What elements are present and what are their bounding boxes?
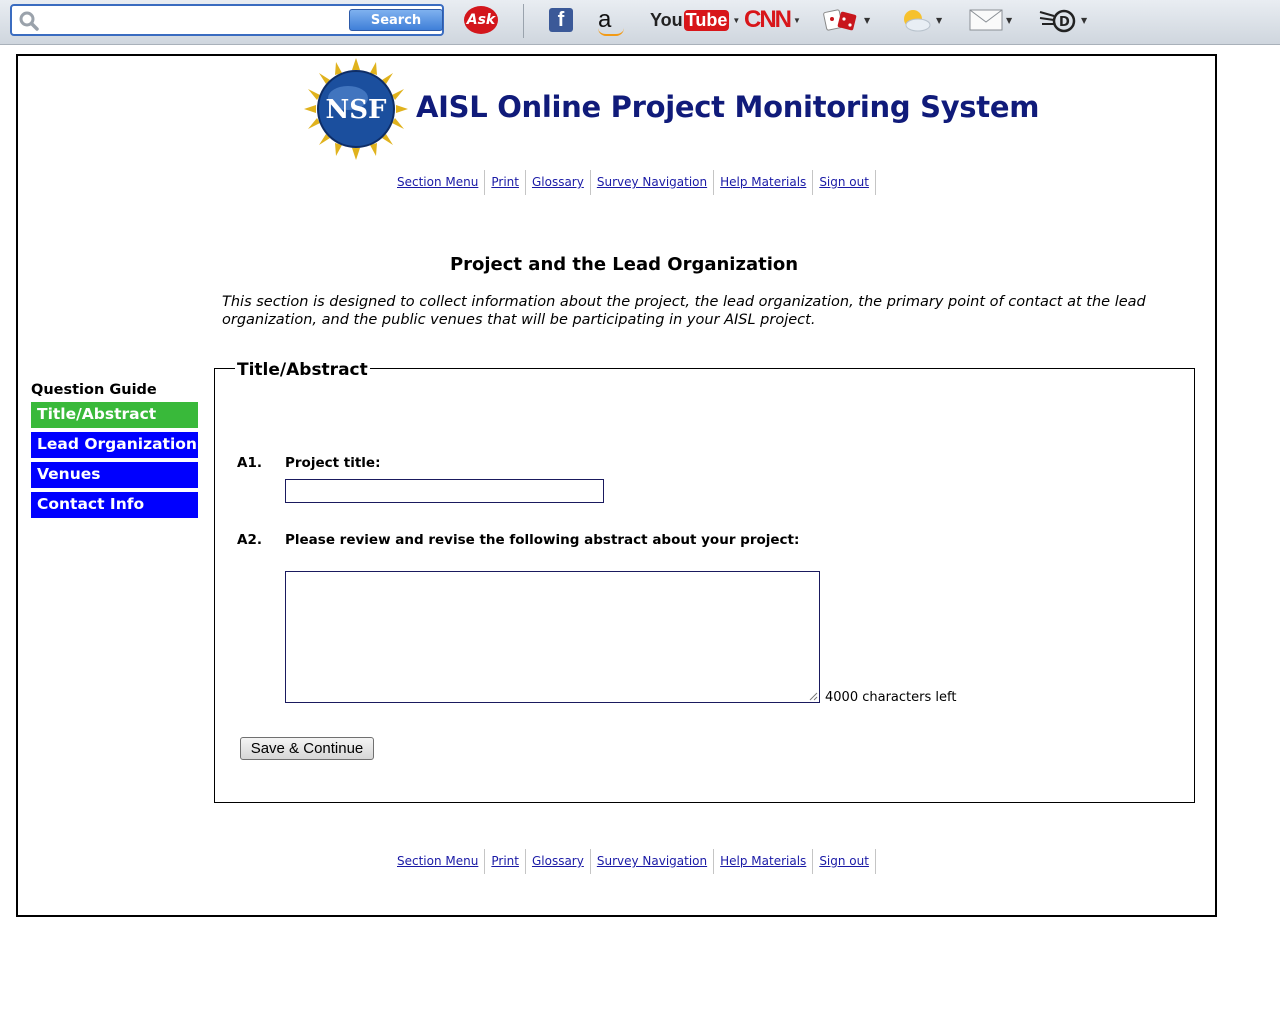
resize-grip-icon[interactable] bbox=[808, 691, 818, 701]
intro-text: This section is designed to collect info… bbox=[222, 294, 1146, 328]
weather-icon-graphic bbox=[904, 10, 931, 32]
fieldset-legend: Title/Abstract bbox=[235, 360, 370, 380]
nav-help-materials[interactable]: Help Materials bbox=[714, 170, 814, 195]
page-title: Project and the Lead Organization bbox=[449, 254, 799, 275]
question-guide-label: Question Guide bbox=[31, 382, 157, 398]
youtube-you: You bbox=[650, 9, 683, 30]
nav-print[interactable]: Print bbox=[485, 849, 526, 874]
weather-icon[interactable]: ▼ bbox=[899, 6, 942, 34]
nav-survey-navigation[interactable]: Survey Navigation bbox=[591, 849, 715, 874]
nav-glossary[interactable]: Glossary bbox=[526, 170, 591, 195]
guide-item-lead-organization[interactable]: Lead Organization bbox=[31, 432, 198, 458]
amazon-icon[interactable]: a bbox=[598, 6, 624, 36]
d-icon[interactable]: D ▼ bbox=[1038, 6, 1087, 34]
dice-icon-graphic bbox=[823, 9, 857, 31]
question-number-a2: A2. bbox=[237, 532, 262, 548]
nav-print[interactable]: Print bbox=[485, 170, 526, 195]
cnn-icon[interactable]: CNN ▼ bbox=[744, 6, 801, 34]
mail-icon-graphic bbox=[969, 9, 1003, 31]
nav-section-menu[interactable]: Section Menu bbox=[391, 849, 486, 874]
guide-item-contact-info[interactable]: Contact Info bbox=[31, 492, 198, 518]
amazon-smile-icon bbox=[598, 28, 624, 36]
question-number-a1: A1. bbox=[237, 455, 262, 471]
search-box: Search bbox=[10, 4, 444, 36]
d-icon-graphic: D bbox=[1039, 9, 1076, 33]
facebook-label: f bbox=[557, 8, 565, 31]
guide-item-venues[interactable]: Venues bbox=[31, 462, 198, 488]
nav-sign-out[interactable]: Sign out bbox=[813, 849, 876, 874]
characters-left-counter: 4000 characters left bbox=[825, 690, 957, 705]
chevron-down-icon[interactable]: ▼ bbox=[732, 16, 740, 25]
ask-icon[interactable]: Ask bbox=[464, 6, 498, 34]
abstract-textarea[interactable] bbox=[285, 571, 820, 703]
question-abstract: Please review and revise the following a… bbox=[285, 532, 800, 548]
guide-item-title-abstract[interactable]: Title/Abstract bbox=[31, 402, 198, 428]
nav-section-menu[interactable]: Section Menu bbox=[391, 170, 486, 195]
nav-top: Section Menu Print Glossary Survey Navig… bbox=[391, 170, 876, 195]
dice-icon[interactable]: ▼ bbox=[823, 6, 870, 34]
nsf-logo: NSF bbox=[304, 58, 408, 160]
cnn-label: CNN bbox=[744, 6, 792, 33]
search-button[interactable]: Search bbox=[349, 9, 443, 31]
nav-glossary[interactable]: Glossary bbox=[526, 849, 591, 874]
ask-label: Ask bbox=[466, 12, 496, 28]
nav-sign-out[interactable]: Sign out bbox=[813, 170, 876, 195]
chevron-down-icon[interactable]: ▼ bbox=[1006, 16, 1012, 25]
browser-toolbar: Search Ask f a You Tube ▼ CNN ▼ ▼ ▼ ▼ D … bbox=[0, 0, 1280, 45]
chevron-down-icon[interactable]: ▼ bbox=[1081, 16, 1087, 25]
save-continue-button[interactable]: Save & Continue bbox=[240, 737, 374, 760]
youtube-icon[interactable]: You Tube ▼ bbox=[650, 6, 740, 34]
question-project-title: Project title: bbox=[285, 455, 381, 471]
search-icon bbox=[19, 11, 39, 31]
facebook-icon[interactable]: f bbox=[549, 8, 573, 32]
site-title: AISL Online Project Monitoring System bbox=[416, 90, 1040, 124]
nav-help-materials[interactable]: Help Materials bbox=[714, 849, 814, 874]
chevron-down-icon[interactable]: ▼ bbox=[864, 16, 870, 25]
search-input[interactable] bbox=[46, 10, 350, 32]
chevron-down-icon[interactable]: ▼ bbox=[936, 16, 942, 25]
nav-bottom: Section Menu Print Glossary Survey Navig… bbox=[391, 849, 876, 874]
logo-text: NSF bbox=[325, 95, 387, 125]
page-frame: NSF AISL Online Project Monitoring Syste… bbox=[16, 54, 1217, 917]
youtube-tube: Tube bbox=[683, 9, 730, 31]
mail-icon[interactable]: ▼ bbox=[969, 6, 1012, 34]
chevron-down-icon[interactable]: ▼ bbox=[793, 16, 801, 25]
nav-survey-navigation[interactable]: Survey Navigation bbox=[591, 170, 715, 195]
toolbar-separator bbox=[523, 4, 524, 38]
svg-text:D: D bbox=[1059, 15, 1070, 30]
title-abstract-fieldset: Title/Abstract A1. Project title: A2. Pl… bbox=[214, 360, 1195, 803]
project-title-input[interactable] bbox=[285, 479, 604, 503]
